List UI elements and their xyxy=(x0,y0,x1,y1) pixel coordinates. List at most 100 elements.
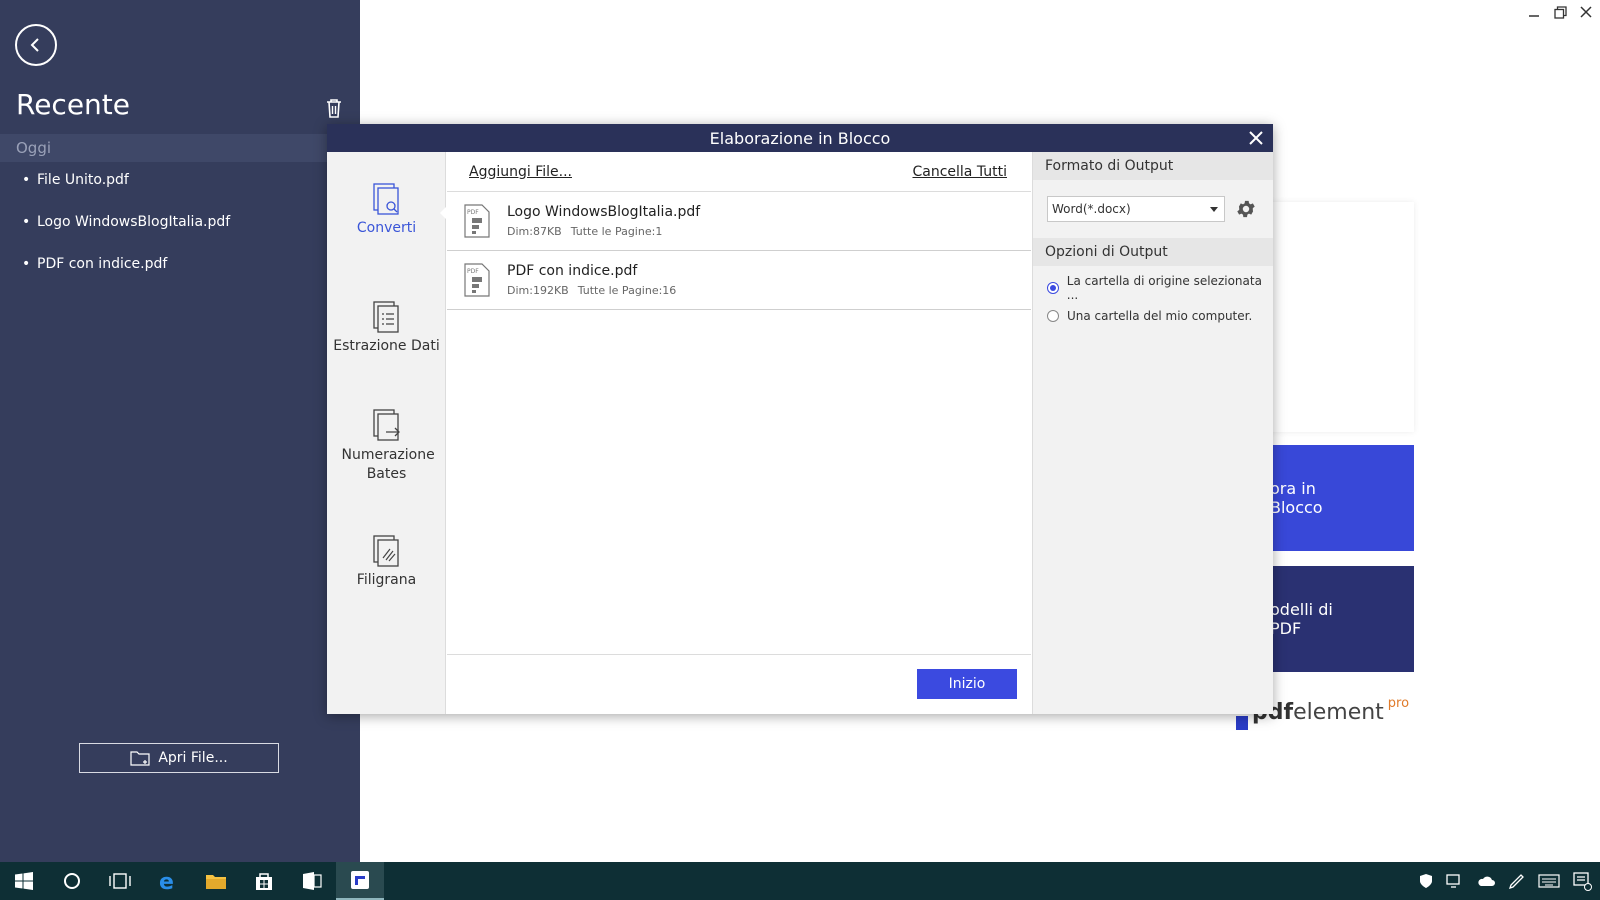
section-today: Oggi xyxy=(0,134,360,162)
output-option-label: Una cartella del mio computer. xyxy=(1067,309,1253,323)
back-arrow-icon xyxy=(30,38,39,52)
tool-label: Converti xyxy=(356,220,417,236)
notification-icon[interactable] xyxy=(1572,871,1592,891)
file-name: PDF con indice.pdf xyxy=(507,263,638,279)
file-row[interactable]: PDF PDF con indice.pdf Dim:192KB Tutte le… xyxy=(447,251,1031,310)
pdf-file-icon: PDF xyxy=(464,263,490,297)
window-controls xyxy=(1526,4,1594,20)
recent-file-item[interactable]: • PDF con indice.pdf xyxy=(22,256,230,298)
word-icon[interactable] xyxy=(288,862,336,900)
open-file-button[interactable]: Apri File... xyxy=(79,743,279,773)
templates-card-label: odelli di PDF xyxy=(1270,600,1333,638)
recent-file-name: File Unito.pdf xyxy=(37,172,129,188)
background-card xyxy=(1270,202,1414,432)
tool-label: Filigrana xyxy=(356,572,417,588)
file-pages: Tutte le Pagine:16 xyxy=(577,284,677,297)
defender-icon[interactable] xyxy=(1418,873,1434,889)
taskbar: e xyxy=(0,862,1600,900)
restore-icon[interactable] xyxy=(1552,4,1568,20)
file-row[interactable]: PDF Logo WindowsBlogItalia.pdf Dim:87KB T… xyxy=(447,192,1031,251)
tool-label: Numerazione Bates xyxy=(341,447,435,482)
bullet: • xyxy=(22,214,31,230)
recent-file-item[interactable]: • Logo WindowsBlogItalia.pdf xyxy=(22,214,230,256)
svg-text:PDF: PDF xyxy=(467,209,479,216)
file-size: Dim:192KB xyxy=(507,284,569,297)
file-footer: Inizio xyxy=(447,654,1031,714)
add-files-link[interactable]: Aggiungi File... xyxy=(469,164,572,180)
clear-all-link[interactable]: Cancella Tutti xyxy=(912,164,1007,180)
pdf-file-icon: PDF xyxy=(464,204,490,238)
output-option-computer-folder[interactable]: Una cartella del mio computer. xyxy=(1033,302,1273,330)
bullet: • xyxy=(22,172,31,188)
start-button[interactable]: Inizio xyxy=(917,669,1017,699)
output-option-source-folder[interactable]: La cartella di origine selezionata ... xyxy=(1033,274,1273,302)
dialog-title: Elaborazione in Blocco xyxy=(709,128,891,148)
minimize-icon[interactable] xyxy=(1526,4,1542,20)
pdf-templates-card[interactable]: odelli di PDF xyxy=(1270,566,1414,672)
display-icon[interactable] xyxy=(1446,873,1464,889)
chevron-down-icon xyxy=(1210,206,1218,212)
bullet: • xyxy=(22,256,31,272)
tool-convert[interactable]: Converti xyxy=(327,182,446,236)
file-meta: Dim:192KB Tutte le Pagine:16 xyxy=(507,284,676,297)
trash-icon[interactable] xyxy=(325,98,343,123)
brand-rest: element xyxy=(1293,700,1384,725)
dialog-close-icon[interactable] xyxy=(1247,129,1265,147)
watermark-icon xyxy=(372,535,399,567)
output-option-label: La cartella di origine selezionata ... xyxy=(1066,274,1262,302)
output-format-select[interactable]: Word(*.docx) xyxy=(1047,196,1225,222)
file-info: Logo WindowsBlogItalia.pdf Dim:87KB Tutte… xyxy=(507,204,700,238)
bates-numbering-icon xyxy=(372,409,400,441)
file-explorer-icon[interactable] xyxy=(192,862,240,900)
file-toolbar: Aggiungi File... Cancella Tutti xyxy=(447,152,1031,192)
svg-text:e: e xyxy=(159,870,174,892)
batch-process-card[interactable]: ora in Blocco xyxy=(1270,445,1414,551)
file-pages: Tutte le Pagine:1 xyxy=(570,225,663,238)
output-format-value: Word(*.docx) xyxy=(1052,202,1131,216)
logo-mark xyxy=(1236,716,1248,730)
tool-panel: Converti Estrazione Dati Numerazione Bat… xyxy=(327,152,447,714)
recent-file-item[interactable]: • File Unito.pdf xyxy=(22,172,230,214)
windows-start-icon[interactable] xyxy=(0,862,48,900)
store-icon[interactable] xyxy=(240,862,288,900)
recent-file-name: Logo WindowsBlogItalia.pdf xyxy=(37,214,231,230)
file-panel: Aggiungi File... Cancella Tutti PDF Logo… xyxy=(447,152,1031,714)
radio-button[interactable] xyxy=(1047,282,1059,294)
output-format-header: Formato di Output xyxy=(1033,152,1273,180)
recent-file-name: PDF con indice.pdf xyxy=(37,256,168,272)
svg-text:PDF: PDF xyxy=(467,268,479,275)
file-info: PDF con indice.pdf Dim:192KB Tutte le Pag… xyxy=(507,263,676,297)
onedrive-icon[interactable] xyxy=(1476,874,1496,888)
tool-label: Estrazione Dati xyxy=(333,338,440,354)
edge-icon[interactable]: e xyxy=(144,862,192,900)
file-size: Dim:87KB xyxy=(507,225,562,238)
dialog-header: Elaborazione in Blocco xyxy=(327,124,1273,152)
system-tray xyxy=(1418,862,1592,900)
batch-card-label: ora in Blocco xyxy=(1270,479,1323,517)
batch-process-dialog: Elaborazione in Blocco Converti Estrazio… xyxy=(327,124,1273,714)
task-view-icon[interactable] xyxy=(96,862,144,900)
tool-watermark[interactable]: Filigrana xyxy=(327,534,446,588)
recent-file-list: • File Unito.pdf • Logo WindowsBlogItalia.… xyxy=(22,172,230,298)
cortana-icon[interactable] xyxy=(48,862,96,900)
file-meta: Dim:87KB Tutte le Pagine:1 xyxy=(507,225,700,238)
close-window-icon[interactable] xyxy=(1578,4,1594,20)
keyboard-icon[interactable] xyxy=(1538,874,1560,888)
tool-data-extraction[interactable]: Estrazione Dati xyxy=(327,300,446,354)
sidebar-title: Recente xyxy=(16,88,130,121)
radio-button[interactable] xyxy=(1047,310,1059,322)
tool-bates-numbering[interactable]: Numerazione Bates xyxy=(327,408,446,484)
data-extraction-icon xyxy=(372,301,399,333)
file-name: Logo WindowsBlogItalia.pdf xyxy=(507,204,701,220)
pen-icon[interactable] xyxy=(1508,872,1526,890)
format-row: Word(*.docx) xyxy=(1033,180,1273,238)
gear-icon[interactable] xyxy=(1235,198,1257,220)
back-button[interactable] xyxy=(15,24,57,66)
pdfelement-icon[interactable] xyxy=(336,862,384,900)
brand-suffix: pro xyxy=(1387,696,1410,711)
open-file-label: Apri File... xyxy=(158,750,228,766)
convert-icon xyxy=(372,183,399,215)
output-options-header: Opzioni di Output xyxy=(1033,238,1273,266)
folder-add-icon xyxy=(130,751,150,766)
active-tool-pointer xyxy=(440,206,447,220)
